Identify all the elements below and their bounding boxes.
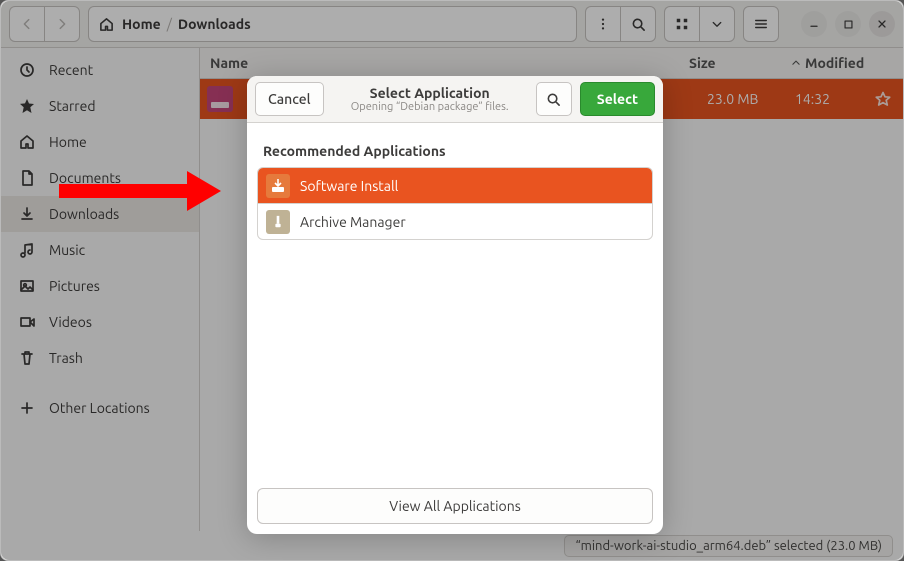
- app-archive-manager[interactable]: Archive Manager: [258, 203, 652, 239]
- archive-manager-icon: [266, 210, 290, 234]
- software-install-icon: [266, 174, 290, 198]
- dialog-header: Cancel Select Application Opening “Debia…: [247, 76, 663, 123]
- app-software-install[interactable]: Software Install: [258, 168, 652, 203]
- dialog-title-block: Select Application Opening “Debian packa…: [332, 85, 528, 114]
- file-manager-window: Home / Downloads: [0, 0, 904, 561]
- app-label: Archive Manager: [300, 214, 406, 230]
- dialog-footer: View All Applications: [247, 478, 663, 534]
- app-list: Software Install Archive Manager: [257, 167, 653, 240]
- annotation-arrow: [59, 171, 221, 211]
- dialog-search-button[interactable]: [536, 82, 572, 116]
- dialog-subtitle: Opening “Debian package” files.: [332, 101, 528, 114]
- section-header: Recommended Applications: [257, 131, 653, 167]
- view-all-button[interactable]: View All Applications: [257, 488, 653, 524]
- dialog-title: Select Application: [332, 85, 528, 101]
- app-chooser-dialog: Cancel Select Application Opening “Debia…: [247, 76, 663, 534]
- app-label: Software Install: [300, 178, 398, 194]
- dialog-body: Recommended Applications Software Instal…: [247, 123, 663, 478]
- cancel-button[interactable]: Cancel: [255, 82, 324, 116]
- select-button[interactable]: Select: [580, 82, 655, 116]
